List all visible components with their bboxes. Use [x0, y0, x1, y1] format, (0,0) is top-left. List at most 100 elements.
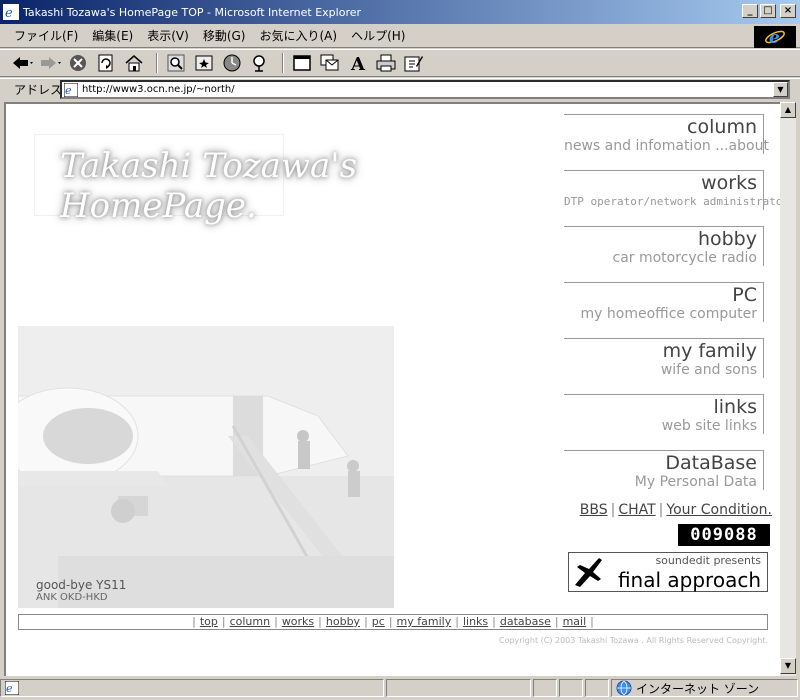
favorites-icon[interactable]	[192, 51, 216, 75]
fullscreen-icon[interactable]	[290, 51, 314, 75]
edit-icon[interactable]	[402, 51, 426, 75]
menu-title: links	[713, 396, 757, 418]
menu-title: column	[687, 116, 757, 138]
menu-my-family[interactable]: my family wife and sons	[564, 338, 764, 378]
community-links: BBS | CHAT | Your Condition.	[564, 502, 772, 518]
nav-separator: |	[590, 615, 594, 628]
status-message: e	[0, 679, 384, 697]
link-separator: |	[658, 502, 664, 518]
nav-works[interactable]: works	[282, 615, 314, 628]
menu-subtitle: web site links	[661, 418, 757, 434]
menu-go[interactable]: 移動(G)	[203, 27, 246, 44]
menu-pc[interactable]: PC my homeoffice computer	[564, 282, 764, 322]
airplane-photo	[18, 326, 394, 608]
vertical-scrollbar[interactable]: ▲ ▼	[780, 102, 796, 676]
status-panel	[385, 679, 532, 697]
menu-title: DataBase	[665, 452, 757, 474]
menu-works[interactable]: works DTP operator/network administrator	[564, 170, 780, 210]
logo-line-1: Takashi Tozawa's	[60, 146, 358, 186]
chat-link[interactable]: CHAT	[618, 502, 655, 518]
menu-subtitle: DTP operator/network administrator	[564, 195, 780, 208]
scroll-up-arrow-icon[interactable]: ▲	[780, 102, 796, 118]
scroll-down-arrow-icon[interactable]: ▼	[780, 658, 796, 674]
status-panel	[585, 679, 609, 697]
menu-column[interactable]: column news and infomation ...about	[564, 114, 769, 154]
menu-favorites[interactable]: お気に入り(A)	[259, 27, 337, 44]
nav-separator: |	[274, 615, 278, 628]
page-content: Takashi Tozawa's HomePage. good-bye YS11…	[4, 102, 780, 676]
link-separator: |	[610, 502, 616, 518]
home-icon[interactable]	[122, 51, 146, 75]
forward-arrow-icon[interactable]	[38, 51, 62, 75]
back-arrow-icon[interactable]	[10, 51, 34, 75]
site-logo: Takashi Tozawa's HomePage.	[30, 134, 357, 244]
menu-links[interactable]: links web site links	[564, 394, 764, 434]
search-icon[interactable]	[164, 51, 188, 75]
photo-caption: good-bye YS11 ANK OKD-HKD	[36, 578, 126, 603]
menu-file[interactable]: ファイル(F)	[14, 27, 78, 44]
nav-separator: |	[192, 615, 196, 628]
menu-edit[interactable]: 編集(E)	[92, 27, 133, 44]
maximize-button[interactable]: □	[760, 4, 776, 18]
status-panel	[533, 679, 558, 697]
menu-title: works	[701, 172, 757, 194]
history-icon[interactable]	[220, 51, 244, 75]
zone-label: インターネット ゾーン	[635, 681, 760, 696]
close-button[interactable]: ×	[780, 4, 796, 18]
svg-text:e: e	[6, 682, 13, 695]
nav-separator: |	[492, 615, 496, 628]
caption-title: good-bye YS11	[36, 578, 127, 592]
nav-pc[interactable]: pc	[372, 615, 385, 628]
channels-icon[interactable]	[248, 51, 272, 75]
menu-subtitle: news and infomation ...about	[564, 138, 769, 154]
menu-help[interactable]: ヘルプ(H)	[351, 27, 405, 44]
address-label: アドレス	[14, 83, 63, 97]
ie-page-icon: e	[3, 4, 19, 20]
svg-text:A: A	[350, 54, 366, 72]
stop-icon[interactable]	[66, 51, 90, 75]
mail-icon[interactable]	[318, 51, 342, 75]
toolbar-separator	[282, 53, 284, 73]
chevron-down-icon[interactable]: ▼	[773, 82, 788, 97]
menu-subtitle: wife and sons	[660, 362, 757, 378]
nav-database[interactable]: database	[500, 615, 551, 628]
toolbar: A	[0, 49, 800, 77]
menu-title: hobby	[697, 228, 757, 250]
status-bar: e インターネット ゾーン	[0, 676, 800, 700]
font-size-icon[interactable]: A	[346, 51, 370, 75]
banner-title: final approach	[617, 568, 761, 592]
counter-value: 009088	[690, 525, 758, 545]
nav-mail[interactable]: mail	[563, 615, 587, 628]
refresh-icon[interactable]	[94, 51, 118, 75]
toolbar-separator	[156, 53, 158, 73]
svg-text:e: e	[65, 84, 72, 97]
print-icon[interactable]	[374, 51, 398, 75]
nav-separator: |	[388, 615, 393, 628]
nav-column[interactable]: column	[230, 615, 271, 628]
page-icon: e	[64, 82, 78, 97]
menu-bar: ファイル(F) 編集(E) 表示(V) 移動(G) お気に入り(A) ヘルプ(H…	[0, 24, 800, 48]
bbs-link[interactable]: BBS	[580, 502, 608, 518]
nav-hobby[interactable]: hobby	[326, 615, 360, 628]
menu-view[interactable]: 表示(V)	[147, 27, 189, 44]
internet-globe-icon	[616, 680, 632, 696]
your-condition-link[interactable]: Your Condition.	[666, 502, 772, 518]
status-panel	[559, 679, 584, 697]
minimize-button[interactable]: _	[742, 4, 758, 18]
visitor-counter: 009088	[678, 524, 770, 546]
nav-top[interactable]: top	[200, 615, 218, 628]
menu-hobby[interactable]: hobby car motorcycle radio	[564, 226, 764, 266]
title-bar: e Takashi Tozawa's HomePage TOP - Micros…	[0, 0, 800, 24]
nav-my-family[interactable]: my family	[397, 615, 452, 628]
menu-database[interactable]: DataBase My Personal Data	[564, 450, 764, 490]
airplane-icon	[575, 558, 602, 587]
final-approach-banner[interactable]: soundedit presents final approach	[568, 552, 768, 592]
nav-separator: |	[318, 615, 322, 628]
address-url: http://www3.ocn.ne.jp/~north/	[82, 84, 235, 95]
svg-text:e: e	[769, 28, 780, 47]
window-title: Takashi Tozawa's HomePage TOP - Microsof…	[23, 5, 362, 19]
menu-title: my family	[662, 340, 757, 362]
nav-separator: |	[455, 615, 459, 628]
address-input[interactable]: e http://www3.ocn.ne.jp/~north/ ▼	[60, 80, 790, 99]
nav-links[interactable]: links	[463, 615, 488, 628]
